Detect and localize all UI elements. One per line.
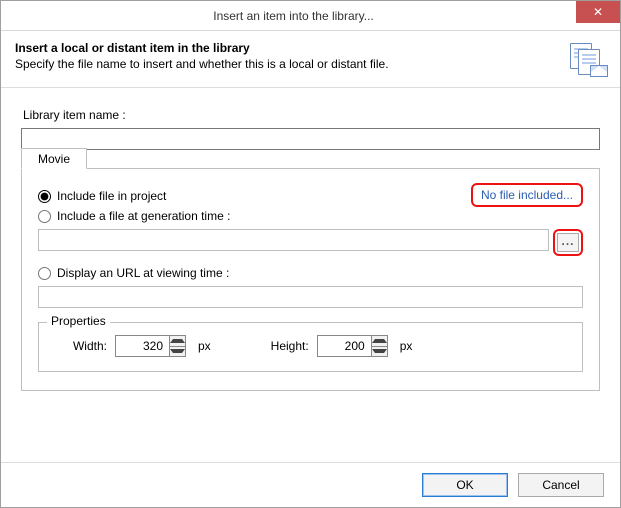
dialog-header: Insert a local or distant item in the li… — [1, 31, 620, 88]
width-step-down[interactable] — [170, 346, 185, 357]
height-step-down[interactable] — [372, 346, 387, 357]
window-title: Insert an item into the library... — [11, 9, 576, 23]
radio-display-url[interactable] — [38, 267, 51, 280]
library-insert-icon — [570, 43, 606, 75]
cancel-label: Cancel — [542, 478, 579, 492]
movie-tab-panel: Movie No file included... Include file i… — [21, 168, 600, 391]
height-stepper[interactable] — [317, 335, 388, 357]
properties-group: Properties Width: px Height: — [38, 322, 583, 372]
header-title: Insert a local or distant item in the li… — [15, 41, 562, 55]
url-input[interactable] — [38, 286, 583, 308]
cancel-button[interactable]: Cancel — [518, 473, 604, 497]
tab-movie-label: Movie — [38, 152, 70, 166]
browse-button[interactable]: ... — [557, 233, 579, 252]
height-step-up[interactable] — [372, 336, 387, 346]
height-unit: px — [400, 339, 413, 353]
option-include-at-gen[interactable]: Include a file at generation time : — [38, 209, 583, 223]
gen-path-input[interactable] — [38, 229, 549, 251]
width-step-up[interactable] — [170, 336, 185, 346]
ok-button[interactable]: OK — [422, 473, 508, 497]
option-display-url[interactable]: Display an URL at viewing time : — [38, 266, 583, 280]
chevron-down-icon — [372, 349, 387, 353]
width-unit: px — [198, 339, 211, 353]
dialog-footer: OK Cancel — [1, 462, 620, 507]
properties-legend: Properties — [47, 314, 110, 328]
browse-highlight: ... — [553, 229, 583, 256]
height-label: Height: — [255, 339, 309, 353]
library-item-name-label: Library item name : — [23, 108, 600, 122]
no-file-link[interactable]: No file included... — [471, 183, 583, 207]
chevron-up-icon — [170, 339, 185, 343]
close-icon: ✕ — [593, 5, 603, 19]
ok-label: OK — [456, 478, 473, 492]
library-item-name-input[interactable] — [21, 128, 600, 150]
radio-display-url-label: Display an URL at viewing time : — [57, 266, 229, 280]
width-stepper[interactable] — [115, 335, 186, 357]
height-input[interactable] — [317, 335, 371, 357]
tab-movie[interactable]: Movie — [21, 148, 87, 169]
chevron-down-icon — [170, 349, 185, 353]
width-input[interactable] — [115, 335, 169, 357]
header-subtitle: Specify the file name to insert and whet… — [15, 57, 562, 71]
close-button[interactable]: ✕ — [576, 1, 620, 23]
width-label: Width: — [53, 339, 107, 353]
dialog-window: Insert an item into the library... ✕ Ins… — [0, 0, 621, 508]
chevron-up-icon — [372, 339, 387, 343]
radio-include-at-gen[interactable] — [38, 210, 51, 223]
titlebar: Insert an item into the library... ✕ — [1, 1, 620, 31]
ellipsis-icon: ... — [561, 234, 574, 248]
radio-include-in-project-label: Include file in project — [57, 189, 166, 203]
radio-include-in-project[interactable] — [38, 190, 51, 203]
radio-include-at-gen-label: Include a file at generation time : — [57, 209, 230, 223]
dialog-body: Library item name : Movie No file includ… — [1, 88, 620, 462]
